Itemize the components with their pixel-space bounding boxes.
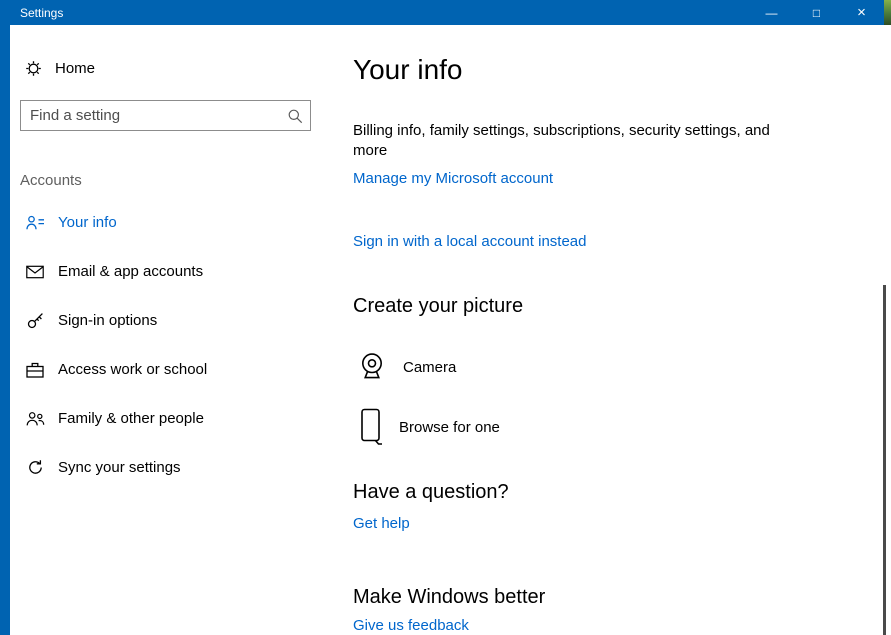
manage-microsoft-account-link[interactable]: Manage my Microsoft account (353, 170, 553, 187)
camera-icon (356, 351, 388, 383)
vertical-scrollbar-thumb[interactable] (883, 285, 886, 635)
sidebar-item-label: Your info (58, 214, 117, 231)
camera-option[interactable]: Camera (353, 349, 823, 385)
sidebar-item-access-work-school[interactable]: Access work or school (10, 345, 350, 394)
get-help-link[interactable]: Get help (353, 515, 410, 532)
sidebar-item-family-other-people[interactable]: Family & other people (10, 394, 350, 443)
sidebar-item-label: Email & app accounts (58, 263, 204, 280)
browse-file-icon (360, 408, 384, 446)
titlebar: Settings — □ × (0, 0, 891, 25)
have-a-question-heading: Have a question? (353, 481, 509, 503)
window-title: Settings (20, 5, 64, 20)
key-icon (25, 312, 45, 329)
make-windows-better-heading: Make Windows better (353, 586, 546, 608)
sidebar-item-sign-in-options[interactable]: Sign-in options (10, 296, 350, 345)
account-summary-text: Billing info, family settings, subscript… (353, 122, 770, 159)
sidebar-item-email-accounts[interactable]: Email & app accounts (10, 247, 350, 296)
search-input[interactable] (21, 101, 310, 130)
minimize-button[interactable]: — (749, 0, 794, 25)
email-icon (25, 265, 45, 279)
give-us-feedback-link[interactable]: Give us feedback (353, 617, 469, 634)
desktop-background-sliver (884, 0, 891, 25)
sidebar-item-label: Sign-in options (58, 312, 158, 329)
browse-option-label: Browse for one (399, 418, 500, 436)
sidebar-item-label: Family & other people (58, 410, 204, 427)
local-account-link[interactable]: Sign in with a local account instead (353, 233, 586, 250)
your-info-page: Your info Billing info, family settings,… (353, 25, 823, 635)
sidebar-section-accounts: Accounts (20, 172, 82, 189)
sidebar-item-label: Sync your settings (58, 459, 181, 476)
sidebar-item-label: Access work or school (58, 361, 208, 378)
page-title: Your info (353, 54, 463, 85)
maximize-button[interactable]: □ (794, 0, 839, 25)
create-picture-heading: Create your picture (353, 295, 524, 317)
search-icon[interactable] (287, 108, 303, 124)
briefcase-icon (25, 362, 45, 378)
settings-sidebar: Home Accounts (10, 25, 350, 635)
close-button[interactable]: × (839, 0, 884, 25)
sync-icon (25, 459, 45, 476)
browse-for-picture-option[interactable]: Browse for one (353, 408, 823, 446)
people-icon (25, 411, 45, 426)
camera-option-label: Camera (403, 358, 457, 376)
sidebar-item-sync-your-settings[interactable]: Sync your settings (10, 443, 350, 492)
gear-icon (25, 60, 42, 77)
accounts-nav: Your info Email & app accounts Sign-in o… (10, 198, 350, 492)
search-box (20, 100, 311, 131)
sidebar-home-label: Home (55, 59, 96, 77)
left-edge-strip (0, 0, 10, 635)
sidebar-item-your-info[interactable]: Your info (10, 198, 350, 247)
sidebar-item-home[interactable]: Home (25, 53, 350, 83)
caption-buttons: — □ × (749, 0, 884, 25)
your-info-icon (25, 215, 45, 230)
